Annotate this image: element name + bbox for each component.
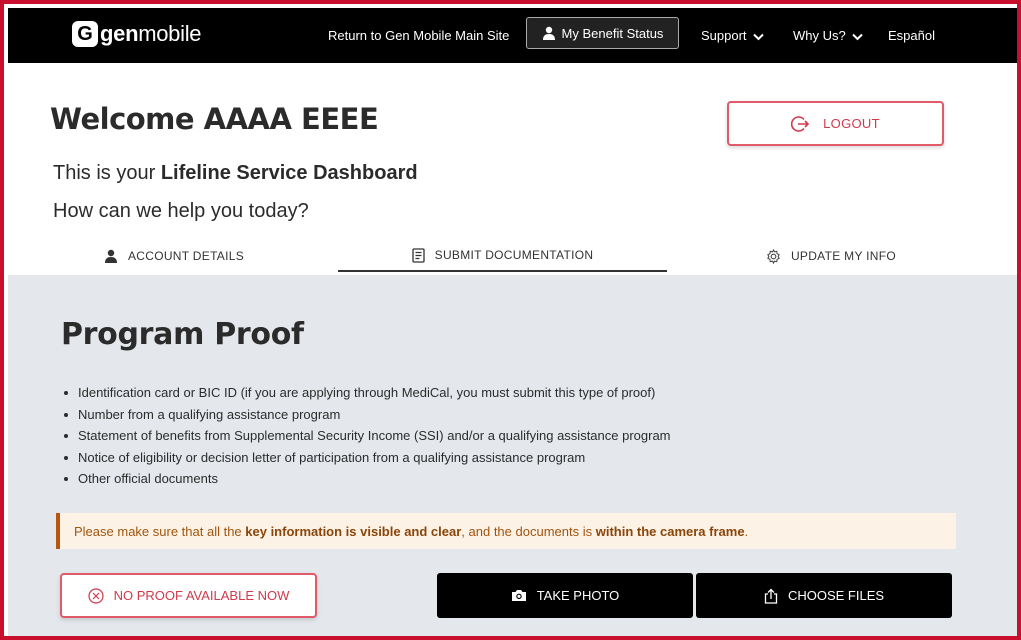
- nav-main-site-link[interactable]: Return to Gen Mobile Main Site: [328, 28, 509, 43]
- choose-files-button[interactable]: CHOOSE FILES: [696, 573, 952, 618]
- document-icon: [412, 247, 425, 263]
- chevron-down-icon: [753, 33, 764, 40]
- logo-text: genmobile: [100, 21, 202, 46]
- tab-label: ACCOUNT DETAILS: [127, 249, 245, 263]
- benefit-status-button[interactable]: My Benefit Status: [526, 17, 679, 49]
- gen-mobile-logo[interactable]: G genmobile: [72, 19, 202, 49]
- take-photo-button[interactable]: TAKE PHOTO: [437, 573, 693, 618]
- camera-icon: [511, 590, 526, 601]
- tab-submit-documentation[interactable]: SUBMIT DOCUMENTATION: [338, 240, 667, 272]
- nav-espanol-link[interactable]: Español: [888, 28, 935, 43]
- submit-documentation-panel: Program Proof Identification card or BIC…: [8, 275, 1017, 636]
- tab-update-my-info[interactable]: UPDATE MY INFO: [667, 240, 995, 272]
- take-photo-label: TAKE PHOTO: [536, 588, 620, 603]
- logout-icon: [791, 115, 810, 132]
- list-item: Notice of eligibility or decision letter…: [64, 450, 671, 472]
- nav-why-us-menu[interactable]: Why Us?: [793, 28, 864, 43]
- dashboard-heading: This is your Lifeline Service Dashboard: [53, 162, 418, 184]
- person-icon: [104, 249, 117, 263]
- list-item: Identification card or BIC ID (if you ar…: [64, 385, 671, 407]
- proof-options-list: Identification card or BIC ID (if you ar…: [64, 385, 671, 493]
- logout-button[interactable]: LOGOUT: [727, 101, 944, 146]
- program-proof-title: Program Proof: [61, 317, 304, 352]
- close-circle-icon: [88, 587, 104, 604]
- nav-support-menu[interactable]: Support: [701, 28, 764, 43]
- list-item: Number from a qualifying assistance prog…: [64, 407, 671, 429]
- photo-guidance-notice: Please make sure that all the key inform…: [56, 513, 956, 549]
- help-prompt: How can we help you today?: [53, 200, 309, 222]
- tab-label: UPDATE MY INFO: [790, 249, 897, 263]
- logout-label: LOGOUT: [823, 116, 880, 131]
- no-proof-label: NO PROOF AVAILABLE NOW: [113, 588, 290, 603]
- dashboard-name: Lifeline Service Dashboard: [160, 162, 418, 184]
- list-item: Statement of benefits from Supplemental …: [64, 428, 671, 450]
- tab-account-details[interactable]: ACCOUNT DETAILS: [10, 240, 338, 272]
- person-icon: [542, 26, 555, 40]
- upload-icon: [764, 588, 778, 604]
- logo-mark-icon: G: [72, 21, 98, 47]
- chevron-down-icon: [852, 33, 864, 40]
- benefit-status-label: My Benefit Status: [561, 25, 664, 41]
- gear-icon: [767, 248, 780, 264]
- welcome-title: Welcome AAAA EEEE: [50, 102, 379, 136]
- choose-files-label: CHOOSE FILES: [787, 588, 885, 603]
- list-item: Other official documents: [64, 471, 671, 493]
- tab-label: SUBMIT DOCUMENTATION: [434, 248, 594, 262]
- top-nav-bar: G genmobile Return to Gen Mobile Main Si…: [8, 8, 1017, 63]
- app-frame: G genmobile Return to Gen Mobile Main Si…: [0, 0, 1021, 640]
- no-proof-available-button[interactable]: NO PROOF AVAILABLE NOW: [60, 573, 317, 618]
